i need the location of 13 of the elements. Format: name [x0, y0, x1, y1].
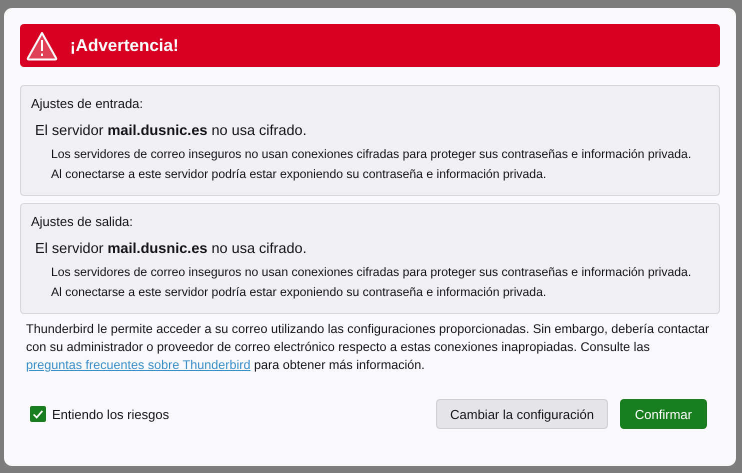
section-heading: Ajustes de entrada: — [31, 96, 144, 111]
warning-description: Los servidores de correo inseguros no usan conexiones cifradas para proteger sus contraseñas e información privada. Al conectarse a este servidor podría estar exponiendo su contraseña e información privada. — [51, 264, 692, 301]
section-heading: Ajustes de salida: — [31, 214, 134, 229]
confirm-button[interactable]: Confirmar — [620, 399, 707, 429]
warning-icon — [26, 30, 58, 60]
checkbox-label[interactable]: Entiendo los riesgos — [52, 406, 170, 422]
server-message: El servidor mail.dusnic.es no usa cifrado. — [35, 241, 308, 257]
change-settings-button[interactable]: Cambiar la configuración — [436, 399, 608, 429]
checkbox[interactable] — [30, 406, 46, 422]
dialog-title: ¡Advertencia! — [70, 36, 179, 56]
warning-description: Los servidores de correo inseguros no usan conexiones cifradas para proteger sus contraseñas e información privada. Al conectarse a este servidor podría estar exponiendo su contraseña e información privada. — [51, 146, 692, 183]
server-message: El servidor mail.dusnic.es no usa cifrado. — [35, 123, 308, 139]
info-paragraph: Thunderbird le permite acceder a su correo utilizando las configuraciones proporcionadas. Sin embargo, debería contactar con su administrador o proveedor de correo electrónico respecto a estas conexiones inapropiadas. Consulte las preguntas frecuentes sobre Thunderbird para obtener más información. — [26, 321, 710, 374]
